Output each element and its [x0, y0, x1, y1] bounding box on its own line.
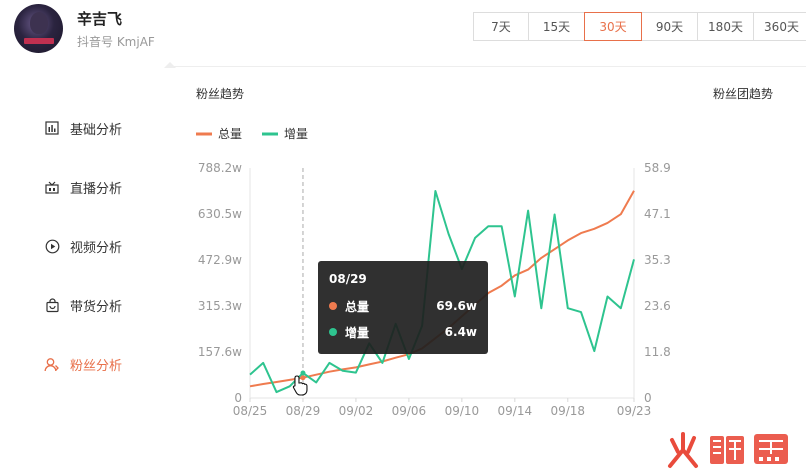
sidebar-item-label: 基础分析: [70, 122, 123, 138]
y-right-tick-label: 11.8w: [644, 345, 670, 359]
y-right-tick-label: 0: [644, 391, 652, 405]
x-tick-label: 09/18: [550, 404, 585, 418]
range-tab-90d[interactable]: 90天: [641, 12, 698, 41]
y-left-tick-label: 157.6w: [198, 345, 242, 359]
time-range-tabs: 7天 15天 30天 90天 180天 360天: [473, 12, 806, 41]
tooltip-row-total: 总量 69.6w: [329, 298, 477, 314]
range-tab-15d[interactable]: 15天: [528, 12, 585, 41]
x-tick-label: 09/10: [445, 404, 480, 418]
bar-chart-icon: [44, 120, 60, 136]
sidebar-item-video[interactable]: 视频分析: [44, 235, 122, 257]
tooltip-row-increment: 增量 6.4w: [329, 324, 477, 340]
profile-header: 辛吉飞 抖音号 KmjAF: [14, 4, 214, 54]
data-point-total[interactable]: [300, 375, 306, 381]
sidebar-item-label: 视频分析: [70, 240, 123, 256]
y-right-tick-label: 58.9w: [644, 161, 670, 175]
legend-label-total: 总量: [218, 127, 242, 141]
sidebar-item-basic[interactable]: 基础分析: [44, 117, 122, 139]
sidebar-item-live[interactable]: 直播分析: [44, 176, 122, 198]
x-tick-label: 09/02: [339, 404, 374, 418]
fans-icon: [44, 356, 60, 372]
fan-club-trend-title[interactable]: 粉丝团趋势: [713, 85, 773, 102]
range-tab-30d[interactable]: 30天: [584, 12, 642, 41]
divider-notch: [164, 62, 176, 68]
y-left-tick-label: 315.3w: [198, 299, 242, 313]
y-left-tick-label: 630.5w: [198, 207, 242, 221]
tooltip-value-increment: 6.4w: [444, 325, 477, 339]
watermark-logo: [668, 432, 788, 468]
y-left-tick-label: 472.9w: [198, 253, 242, 267]
x-tick-label: 09/06: [392, 404, 427, 418]
sidebar-item-label: 粉丝分析: [70, 358, 123, 374]
range-tab-180d[interactable]: 180天: [697, 12, 754, 41]
y-right-tick-label: 35.3w: [644, 253, 670, 267]
tooltip-label-increment: 增量: [345, 325, 370, 340]
y-right-tick-label: 23.6w: [644, 299, 670, 313]
y-right-tick-label: 47.1w: [644, 207, 670, 221]
y-left-tick-label: 788.2w: [198, 161, 242, 175]
broadcast-icon: [44, 179, 60, 195]
series-dot-total: [329, 302, 337, 310]
content-divider: [172, 66, 806, 67]
tooltip-label-total: 总量: [345, 299, 370, 314]
sidebar-item-label: 直播分析: [70, 181, 123, 197]
data-point-increment[interactable]: [300, 370, 306, 376]
range-tab-360d[interactable]: 360天: [753, 12, 806, 41]
user-name: 辛吉飞: [77, 10, 123, 28]
play-circle-icon: [44, 238, 60, 254]
range-tab-7d[interactable]: 7天: [473, 12, 529, 41]
tooltip-value-total: 69.6w: [436, 299, 477, 313]
x-tick-label: 08/29: [286, 404, 321, 418]
fans-trend-title[interactable]: 粉丝趋势: [196, 85, 244, 102]
sidebar-item-fans[interactable]: 粉丝分析: [44, 353, 122, 375]
x-tick-label: 09/23: [617, 404, 652, 418]
x-tick-label: 08/25: [233, 404, 268, 418]
shopping-bag-icon: [44, 297, 60, 313]
legend-label-increment: 增量: [284, 127, 308, 141]
chart-tooltip: 08/29 总量 69.6w 增量 6.4w: [318, 261, 488, 354]
tooltip-date: 08/29: [329, 272, 367, 286]
sidebar-item-label: 带货分析: [70, 299, 123, 315]
user-account-id: 抖音号 KmjAF: [77, 35, 155, 49]
x-tick-label: 09/14: [498, 404, 533, 418]
y-left-tick-label: 0: [234, 391, 242, 405]
sidebar-item-commerce[interactable]: 带货分析: [44, 294, 122, 316]
avatar[interactable]: [14, 4, 63, 53]
series-dot-increment: [329, 328, 337, 336]
